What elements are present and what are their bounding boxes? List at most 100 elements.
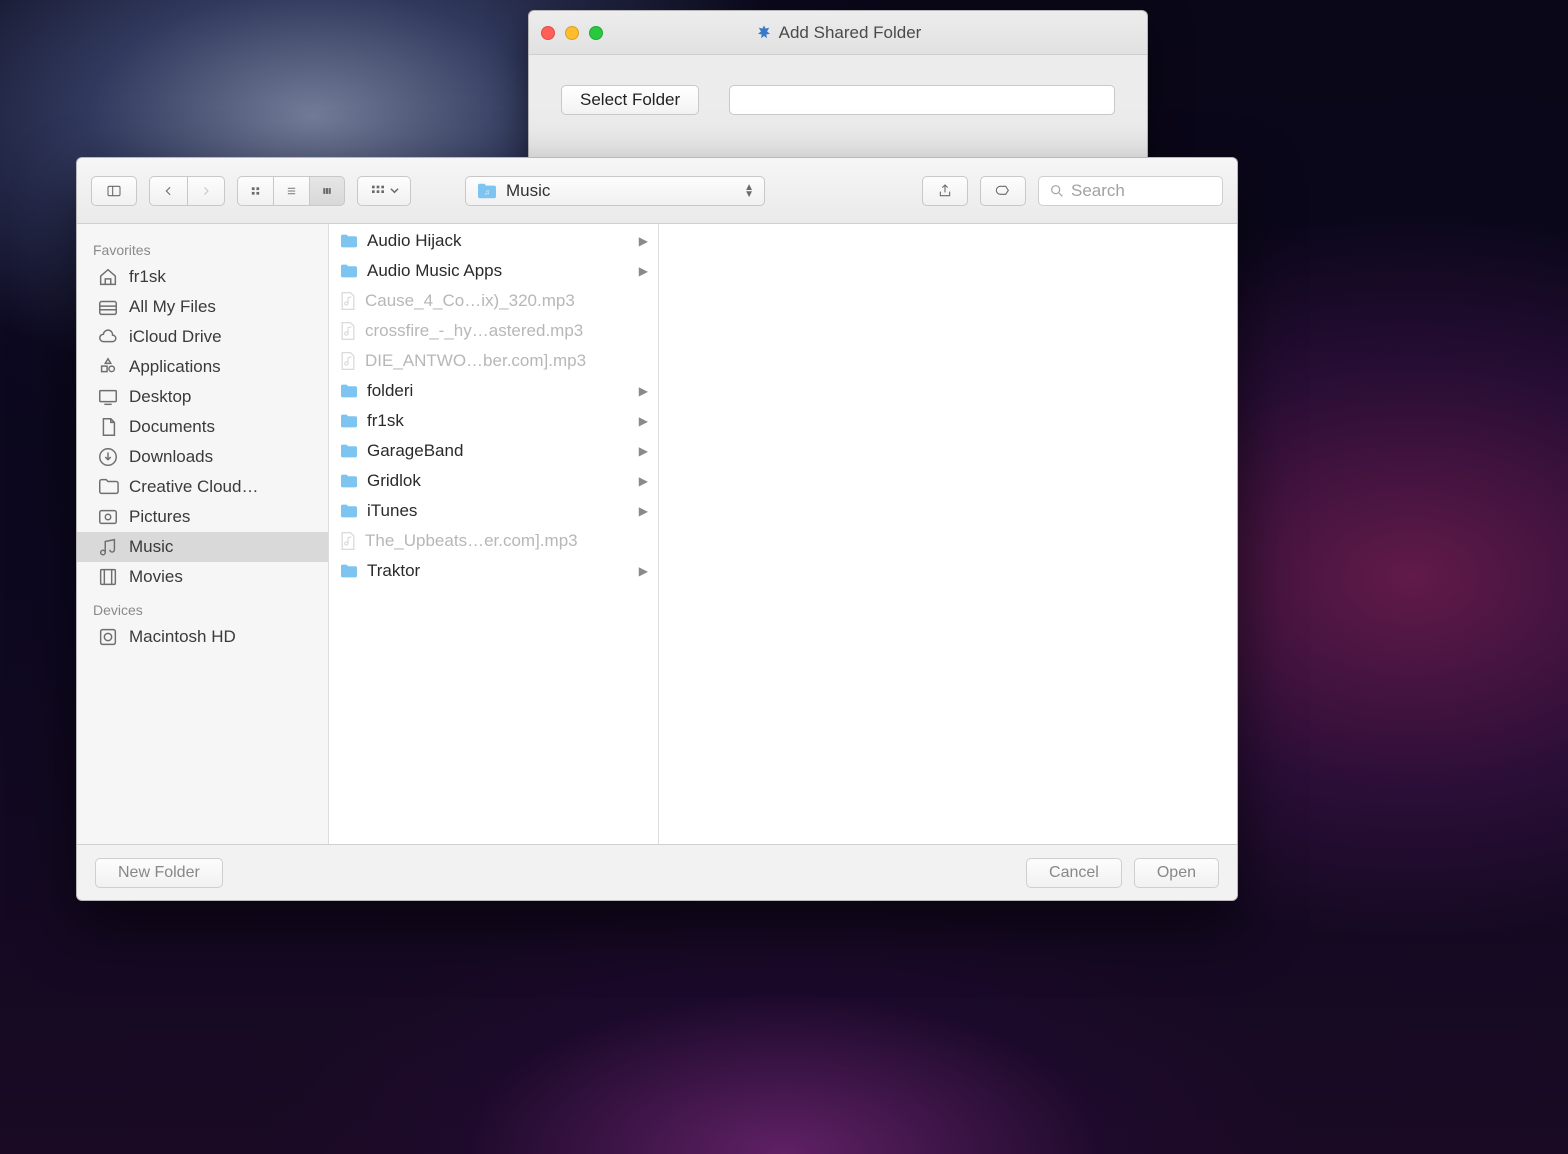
download-icon <box>97 446 119 468</box>
file-row[interactable]: The_Upbeats…er.com].mp3 <box>329 526 658 556</box>
folder-row[interactable]: fr1sk ▶ <box>329 406 658 436</box>
sidebar-item-creative-cloud-[interactable]: Creative Cloud… <box>77 472 328 502</box>
share-button[interactable] <box>922 176 968 206</box>
chevron-right-icon: ▶ <box>639 504 648 518</box>
column-1: Audio Hijack▶Audio Music Apps▶Cause_4_Co… <box>329 224 659 844</box>
home-icon <box>97 266 119 288</box>
svg-text:♫: ♫ <box>484 187 489 196</box>
sidebar-item-macintosh-hd[interactable]: Macintosh HD <box>77 622 328 652</box>
search-input[interactable]: Search <box>1038 176 1223 206</box>
item-name: The_Upbeats…er.com].mp3 <box>365 531 578 551</box>
folder-icon: ♫ <box>476 182 498 200</box>
sidebar-item-label: Macintosh HD <box>129 627 236 647</box>
minimize-window-button[interactable] <box>565 26 579 40</box>
sidebar-item-downloads[interactable]: Downloads <box>77 442 328 472</box>
chevron-right-icon: ▶ <box>639 414 648 428</box>
chevron-right-icon: ▶ <box>639 234 648 248</box>
app-icon <box>755 24 773 42</box>
folder-row[interactable]: folderi ▶ <box>329 376 658 406</box>
chevron-right-icon: ▶ <box>639 474 648 488</box>
column-2 <box>659 224 1237 844</box>
search-placeholder: Search <box>1071 181 1125 201</box>
new-folder-button[interactable]: New Folder <box>95 858 223 888</box>
open-button[interactable]: Open <box>1134 858 1219 888</box>
item-name: folderi <box>367 381 413 401</box>
close-window-button[interactable] <box>541 26 555 40</box>
folder-row[interactable]: Audio Hijack▶ <box>329 226 658 256</box>
folder-row[interactable]: iTunes▶ <box>329 496 658 526</box>
folder-icon <box>339 443 359 459</box>
select-folder-button[interactable]: Select Folder <box>561 85 699 115</box>
share-icon <box>937 183 953 199</box>
sidebar-item-label: Desktop <box>129 387 191 407</box>
item-name: GarageBand <box>367 441 463 461</box>
sidebar-item-label: fr1sk <box>129 267 166 287</box>
sidebar: Favorites fr1sk All My Files iCloud DriveA… <box>77 224 329 844</box>
toggle-sidebar-button[interactable] <box>91 176 137 206</box>
disk-icon <box>97 626 119 648</box>
file-row[interactable]: crossfire_-_hy…astered.mp3 <box>329 316 658 346</box>
sidebar-item-label: Downloads <box>129 447 213 467</box>
folder-icon <box>339 413 359 429</box>
file-row[interactable]: DIE_ANTWO…ber.com].mp3 <box>329 346 658 376</box>
folder-row[interactable]: Audio Music Apps▶ <box>329 256 658 286</box>
pictures-icon <box>97 506 119 528</box>
folder-row[interactable]: GarageBand▶ <box>329 436 658 466</box>
icon-view-button[interactable] <box>237 176 273 206</box>
folder-icon <box>97 476 119 498</box>
audio-file-icon <box>339 531 357 551</box>
movies-icon <box>97 566 119 588</box>
allmyfiles-icon <box>97 296 119 318</box>
cancel-button[interactable]: Cancel <box>1026 858 1122 888</box>
folder-icon <box>339 233 359 249</box>
dialog-toolbar: ♫ Music ▲▼ Search <box>77 158 1237 224</box>
item-name: fr1sk <box>367 411 404 431</box>
sidebar-item-applications[interactable]: Applications <box>77 352 328 382</box>
add-shared-folder-window: Add Shared Folder Select Folder <box>528 10 1148 180</box>
sidebar-item-movies[interactable]: Movies <box>77 562 328 592</box>
group-by-button[interactable] <box>357 176 411 206</box>
columns-icon <box>322 183 332 199</box>
chevron-right-icon <box>200 183 212 199</box>
item-name: Audio Music Apps <box>367 261 502 281</box>
item-name: Gridlok <box>367 471 421 491</box>
list-view-button[interactable] <box>273 176 309 206</box>
folder-row[interactable]: Gridlok ▶ <box>329 466 658 496</box>
folder-icon <box>339 503 359 519</box>
sidebar-item-icloud-drive[interactable]: iCloud Drive <box>77 322 328 352</box>
file-row[interactable]: Cause_4_Co…ix)_320.mp3 <box>329 286 658 316</box>
folder-row[interactable]: Traktor ▶ <box>329 556 658 586</box>
sidebar-item-label: Pictures <box>129 507 190 527</box>
dialog-bottom-bar: New Folder Cancel Open <box>77 844 1237 900</box>
item-name: DIE_ANTWO…ber.com].mp3 <box>365 351 586 371</box>
sidebar-header-favorites: Favorites <box>77 232 328 262</box>
chevron-right-icon: ▶ <box>639 564 648 578</box>
sidebar-icon <box>106 183 122 199</box>
sidebar-item-desktop[interactable]: Desktop <box>77 382 328 412</box>
sidebar-item-music[interactable]: Music <box>77 532 328 562</box>
forward-button[interactable] <box>187 176 225 206</box>
sidebar-item-label: All My Files <box>129 297 216 317</box>
column-view-button[interactable] <box>309 176 345 206</box>
sidebar-item-pictures[interactable]: Pictures <box>77 502 328 532</box>
audio-file-icon <box>339 291 357 311</box>
sidebar-item-fr1sk[interactable]: fr1sk <box>77 262 328 292</box>
chevron-down-icon <box>390 186 399 195</box>
sidebar-item-label: Creative Cloud… <box>129 477 258 497</box>
item-name: Cause_4_Co…ix)_320.mp3 <box>365 291 575 311</box>
chevron-left-icon <box>162 183 175 199</box>
folder-path-input[interactable] <box>729 85 1115 115</box>
chevron-right-icon: ▶ <box>639 384 648 398</box>
file-open-dialog: ♫ Music ▲▼ Search Favorites fr1sk All My … <box>76 157 1238 901</box>
sidebar-item-label: Music <box>129 537 173 557</box>
back-button[interactable] <box>149 176 187 206</box>
tag-icon <box>995 183 1011 199</box>
item-name: Traktor <box>367 561 420 581</box>
path-dropdown[interactable]: ♫ Music ▲▼ <box>465 176 765 206</box>
sidebar-item-all-my-files[interactable]: All My Files <box>77 292 328 322</box>
folder-icon <box>339 263 359 279</box>
maximize-window-button[interactable] <box>589 26 603 40</box>
sidebar-item-documents[interactable]: Documents <box>77 412 328 442</box>
tags-button[interactable] <box>980 176 1026 206</box>
folder-icon <box>339 563 359 579</box>
